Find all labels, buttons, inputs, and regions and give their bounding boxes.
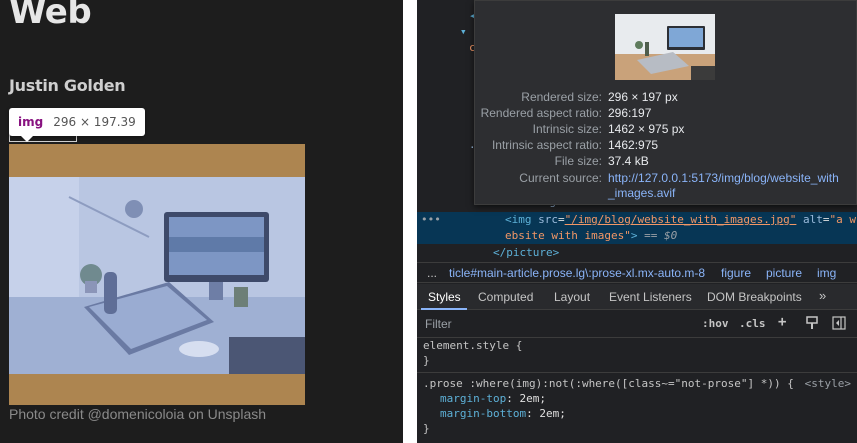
popover-value: 37.4 kB: [608, 154, 649, 168]
breadcrumb-picture[interactable]: picture: [766, 266, 802, 280]
prose-rule-selector[interactable]: .prose :where(img):not(:where([class~="n…: [423, 377, 794, 390]
popover-row-current-source-cont: _images.avif: [475, 185, 857, 201]
tab-dom-breakpoints[interactable]: DOM Breakpoints: [707, 290, 802, 304]
popover-key: Intrinsic size:: [532, 122, 602, 136]
prop-margin-top[interactable]: margin-top: 2em;: [417, 391, 857, 406]
prop-name-margin-bottom[interactable]: margin-bottom: [440, 407, 526, 420]
popover-value: 296:197: [608, 106, 652, 120]
prop-name-margin-top[interactable]: margin-top: [440, 392, 506, 405]
new-rule-button[interactable]: +: [778, 314, 786, 330]
hov-toggle[interactable]: :hov: [702, 317, 729, 330]
popover-row-current-source: Current source: http://127.0.0.1:5173/im…: [475, 170, 857, 186]
element-style-rule[interactable]: element.style { }: [417, 338, 857, 368]
popover-value: 296 × 197 px: [608, 90, 678, 104]
inspect-tooltip: img 296 × 197.39: [9, 108, 145, 142]
current-source-link[interactable]: http://127.0.0.1:5173/img/blog/website_w…: [608, 170, 839, 186]
active-tab-indicator: [421, 308, 467, 310]
selected-node-line-2[interactable]: ebsite with images"> == $0: [417, 228, 857, 244]
preview-photo: [615, 14, 715, 80]
tree-arrow-expand[interactable]: ▾: [460, 24, 467, 40]
tab-computed[interactable]: Computed: [478, 290, 533, 304]
prose-rule-source[interactable]: <style>: [805, 376, 851, 391]
popover-key: Rendered aspect ratio:: [480, 106, 602, 120]
console-ref: == $0: [644, 229, 678, 242]
img-alt-value-cont: ebsite with images": [505, 229, 631, 242]
breadcrumb-img[interactable]: img: [817, 266, 836, 280]
popover-key: Rendered size:: [521, 90, 602, 104]
viewport-divider[interactable]: [403, 0, 417, 443]
current-source-link-cont[interactable]: _images.avif: [608, 185, 675, 201]
breadcrumb-figure[interactable]: figure: [721, 266, 751, 280]
sidebar-tabs: Styles Computed Layout Event Listeners D…: [417, 284, 857, 310]
img-src-value[interactable]: "/img/blog/website_with_images.jpg": [565, 213, 797, 226]
popover-key: Intrinsic aspect ratio:: [491, 138, 602, 152]
img-tag-open: <img: [505, 213, 539, 226]
tab-styles[interactable]: Styles: [428, 290, 461, 304]
rule-divider: [417, 372, 857, 373]
prop-margin-bottom[interactable]: margin-bottom: 2em;: [417, 406, 857, 421]
popover-row-rendered-size: Rendered size: 296 × 197 px: [475, 89, 857, 105]
popover-key: Current source:: [519, 171, 602, 185]
inspect-tooltip-tag: img: [18, 115, 44, 129]
popover-value: 1462:975: [608, 138, 659, 152]
prose-rule-header: .prose :where(img):not(:where([class~="n…: [417, 376, 857, 391]
popover-row-rendered-ratio: Rendered aspect ratio: 296:197: [475, 105, 857, 121]
img-tag-close: >: [630, 229, 638, 242]
img-attr-alt: alt: [803, 213, 823, 226]
selected-node-line-1[interactable]: ••• <img src="/img/blog/website_with_ima…: [417, 212, 857, 228]
breadcrumb-more[interactable]: ...: [427, 266, 437, 280]
styles-toolbar: :hov .cls +: [417, 311, 857, 338]
img-alt-value: "a w: [829, 213, 857, 226]
cls-toggle[interactable]: .cls: [739, 317, 766, 330]
popover-key: File size:: [554, 154, 602, 168]
toggle-sidebar-icon[interactable]: [832, 316, 846, 330]
image-preview-popover: Rendered size: 296 × 197 px Rendered asp…: [474, 0, 857, 205]
tooltip-arrow: [21, 136, 33, 142]
node-overflow-dots[interactable]: •••: [421, 212, 441, 228]
breadcrumb-article[interactable]: ticle#main-article.prose.lg\:prose-xl.mx…: [449, 266, 705, 280]
element-style-selector[interactable]: element.style {: [417, 338, 857, 353]
dom-breadcrumb: ... ticle#main-article.prose.lg\:prose-x…: [417, 262, 857, 283]
img-attr-src: src: [538, 213, 558, 226]
prose-rule-close: }: [423, 422, 430, 435]
popover-row-file-size: File size: 37.4 kB: [475, 153, 857, 169]
popover-value: 1462 × 975 px: [608, 122, 685, 136]
popover-row-intrinsic-size: Intrinsic size: 1462 × 975 px: [475, 121, 857, 137]
author-name: Justin Golden: [9, 76, 126, 95]
tabs-more-icon[interactable]: »: [819, 288, 826, 303]
photo-credit: Photo credit @domenicoloia on Unsplash: [9, 406, 267, 422]
prop-value-margin-top[interactable]: 2em;: [519, 392, 546, 405]
tab-event-listeners[interactable]: Event Listeners: [609, 290, 692, 304]
styles-filter-input[interactable]: [421, 314, 691, 334]
inspected-page: Web Justin Golden img 296 × 197.39 Photo…: [0, 0, 403, 443]
article-image[interactable]: [9, 177, 305, 374]
element-style-close: }: [423, 354, 430, 367]
paint-brush-icon[interactable]: [805, 316, 819, 330]
tab-layout[interactable]: Layout: [554, 290, 590, 304]
image-preview-thumbnail: [615, 14, 715, 80]
popover-row-intrinsic-ratio: Intrinsic aspect ratio: 1462:975: [475, 137, 857, 153]
prop-value-margin-bottom[interactable]: 2em;: [539, 407, 566, 420]
picture-close-tag[interactable]: </picture>: [493, 245, 559, 261]
prose-img-rule[interactable]: .prose :where(img):not(:where([class~="n…: [417, 376, 857, 436]
inspect-tooltip-size: 296 × 197.39: [53, 115, 136, 129]
article-headline: Web: [9, 0, 92, 32]
desk-photo-illustration: [9, 177, 305, 374]
